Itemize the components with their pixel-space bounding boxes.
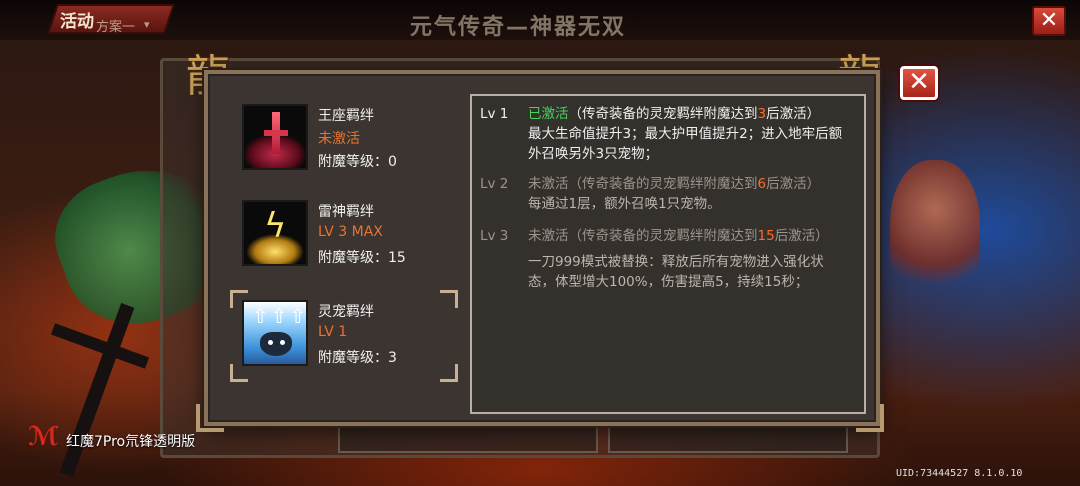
tier-condition-number: 6	[757, 176, 767, 192]
close-dialog-button[interactable]: ✕	[900, 66, 938, 100]
close-page-button[interactable]: ✕	[1032, 6, 1066, 36]
bond-enchant-level: 附魔等级：15	[318, 250, 406, 266]
background-hero-art	[890, 160, 980, 300]
dialog-corner-ornament	[196, 404, 224, 432]
tier-condition: （传奇装备的灵宠羁绊附魔达到	[568, 106, 758, 122]
bond-detail-panel: Lv 1 已激活（传奇装备的灵宠羁绊附魔达到3后激活） 最大生命值提升3；最大护…	[470, 94, 866, 414]
bond-item-throne[interactable]: 王座羁绊 未激活 附魔等级：0	[238, 102, 458, 178]
tier-condition: （传奇装备的灵宠羁绊附魔达到	[568, 176, 758, 192]
bond-enchant-level: 附魔等级：0	[318, 154, 397, 170]
chevron-down-icon[interactable]: ▾	[144, 18, 150, 31]
bond-status: LV 1	[318, 324, 348, 340]
bond-item-pet[interactable]: ⇧⇧⇧ 灵宠羁绊 LV 1 附魔等级：3	[238, 298, 458, 374]
tier-condition-number: 15	[757, 228, 775, 244]
bond-status: 未激活	[318, 131, 360, 147]
tier-level: Lv 2	[480, 176, 509, 192]
tier-description: 最大生命值提升3；最大护甲值提升2；进入地牢后额外召唤另外3只宠物；	[528, 126, 843, 162]
bond-enchant-level: 附魔等级：3	[318, 350, 397, 366]
activity-tab-label[interactable]: 活动	[60, 7, 94, 32]
tier-condition: （传奇装备的灵宠羁绊附魔达到	[568, 228, 758, 244]
tier-description: 每通过1层，额外召唤1只宠物。	[528, 196, 721, 212]
bond-item-thunder[interactable]: ϟ 雷神羁绊 LV 3 MAX 附魔等级：15	[238, 198, 458, 274]
device-watermark-text: 红魔7Pro氘锋透明版	[66, 434, 196, 450]
bond-status: LV 3 MAX	[318, 224, 383, 240]
tier-level: Lv 1	[480, 106, 509, 122]
bond-dialog: 王座羁绊 未激活 附魔等级：0 ϟ 雷神羁绊 LV 3 MAX 附魔等级：15 …	[204, 70, 880, 426]
tier-state: 未激活	[528, 176, 569, 192]
throne-sword-icon	[242, 104, 308, 170]
dialog-corner-ornament	[856, 404, 884, 432]
redmagic-logo-icon: ℳ	[28, 422, 59, 452]
thunder-icon: ϟ	[242, 200, 308, 266]
scheme-selector[interactable]: 方案一	[96, 16, 135, 35]
tier-condition: 后激活）	[766, 176, 821, 192]
tier-description: 一刀999模式被替换：释放后所有宠物进入强化状态，体型增大100%，伤害提高5，…	[528, 254, 824, 290]
tier-level: Lv 3	[480, 228, 509, 244]
tier-condition: 后激活）	[774, 228, 829, 244]
bond-name: 灵宠羁绊	[318, 304, 374, 320]
tier-state: 未激活	[528, 228, 569, 244]
top-bar: 活动 方案一 ▾ 元气传奇—神器无双 ✕	[0, 0, 1080, 40]
bond-name: 王座羁绊	[318, 108, 374, 124]
tier-condition-number: 3	[757, 106, 767, 122]
uid-version-text: UID:73444527 8.1.0.10	[896, 468, 1023, 479]
tier-state: 已激活	[528, 106, 569, 122]
tier-condition: 后激活）	[766, 106, 821, 122]
bond-name: 雷神羁绊	[318, 204, 374, 220]
page-title: 元气传奇—神器无双	[410, 15, 627, 40]
pet-icon: ⇧⇧⇧	[242, 300, 308, 366]
